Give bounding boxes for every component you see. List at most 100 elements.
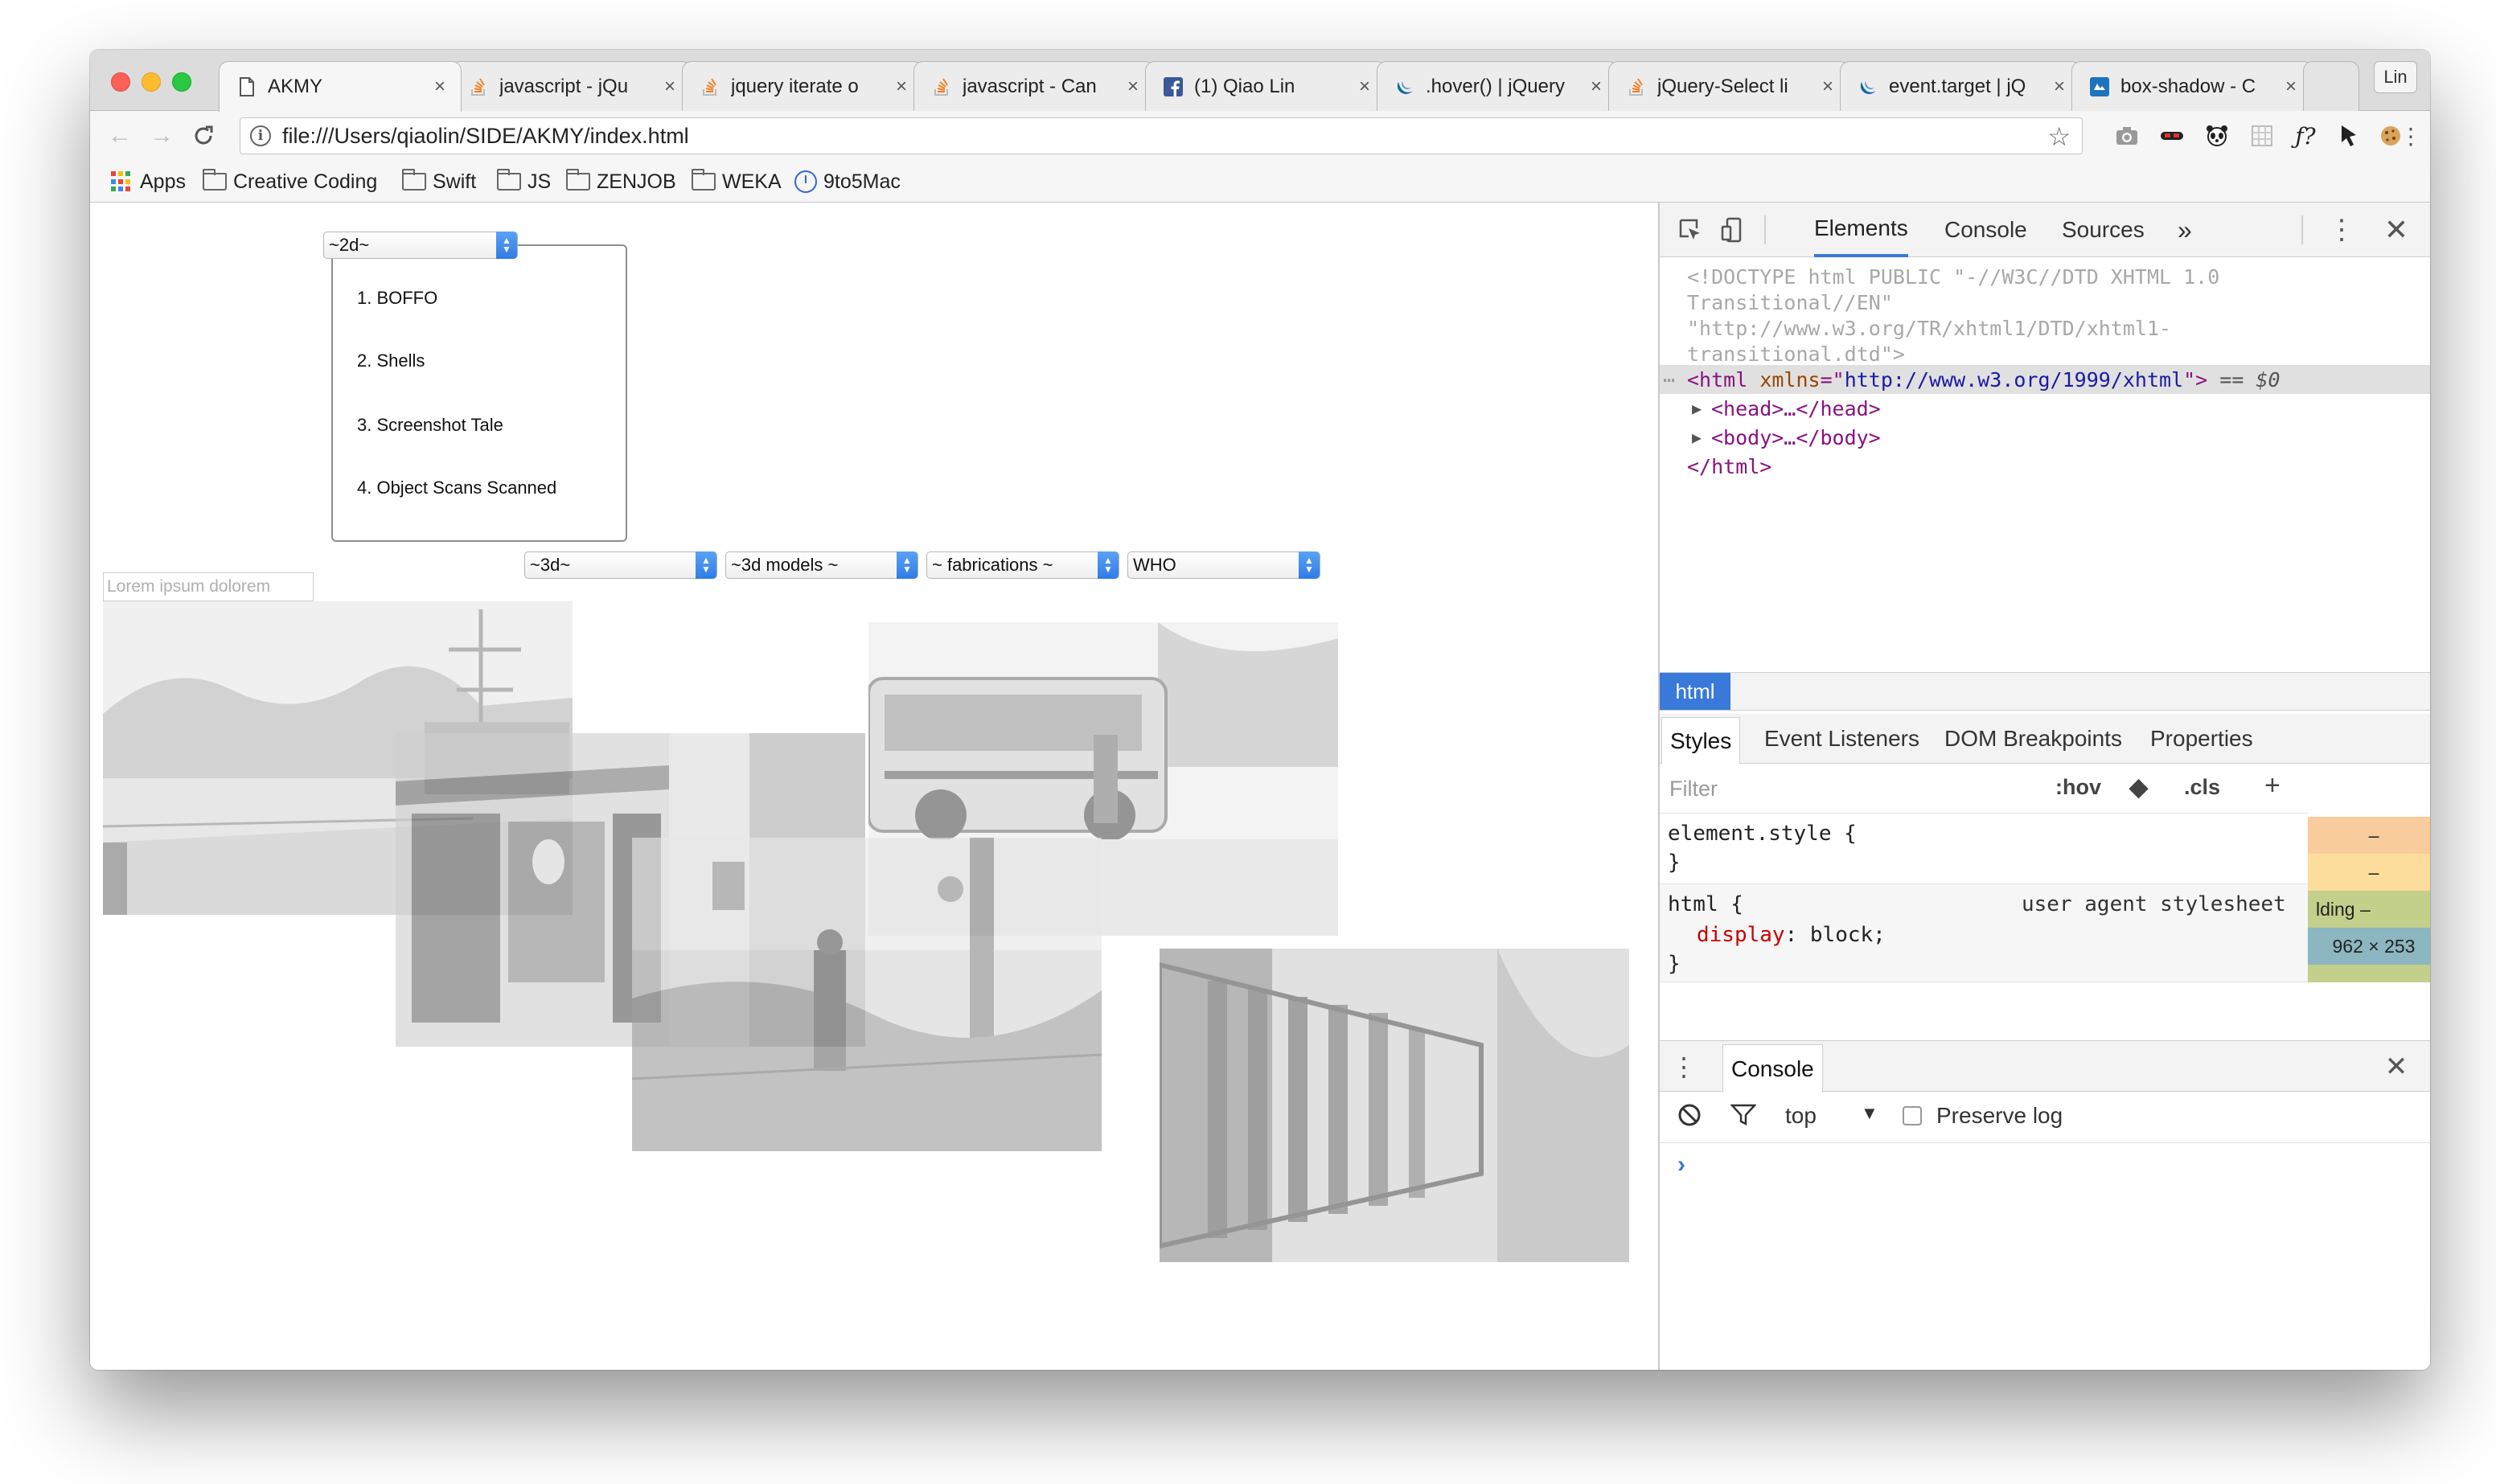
inspect-element-icon[interactable] — [1674, 214, 1706, 246]
preserve-log-toggle[interactable]: Preserve log — [1903, 1103, 2063, 1129]
expand-triangle-icon[interactable]: ▶ — [1692, 423, 1702, 453]
incognito-mask-icon[interactable] — [2157, 121, 2187, 151]
select-fabrications[interactable]: ~ fabrications ~ ▲ ▼ — [926, 551, 1119, 579]
project-list[interactable]: 1. BOFFO 2. Shells 3. Screenshot Tale 4.… — [331, 244, 627, 542]
folder-icon — [566, 169, 590, 191]
tab-close-icon[interactable]: × — [1587, 76, 1606, 98]
device-toolbar-icon[interactable] — [1716, 214, 1748, 246]
browser-toolbar: ← → i ☆ ƒ? ⋮ — [90, 111, 2430, 161]
panda-icon[interactable] — [2202, 121, 2232, 151]
element-style-rule[interactable]: element.style { } — [1660, 814, 2308, 884]
cursor-pin-icon[interactable] — [2334, 121, 2364, 151]
breadcrumb-html[interactable]: html — [1660, 673, 1730, 710]
font-finder-icon[interactable]: ƒ? — [2290, 121, 2321, 151]
list-item[interactable]: 4. Object Scans Scanned — [357, 478, 556, 498]
camera-icon[interactable] — [2112, 121, 2142, 151]
new-tab-button[interactable] — [2303, 61, 2359, 111]
clear-console-icon[interactable] — [1677, 1103, 1702, 1127]
drawer-menu-icon[interactable]: ⋮ — [1668, 1051, 1700, 1083]
box-content[interactable]: 962 × 253 — [2308, 928, 2430, 965]
tab-jquery-iterate[interactable]: jquery iterate o × — [682, 61, 923, 111]
address-bar[interactable]: i ☆ — [240, 117, 2083, 154]
color-format-icon[interactable]: ◆ — [2129, 773, 2148, 801]
tab-event-listeners[interactable]: Event Listeners — [1764, 714, 1919, 764]
tab-event-target[interactable]: event.target | jQ × — [1840, 61, 2081, 111]
select-3d[interactable]: ~3d~ ▲ ▼ — [524, 551, 717, 579]
close-drawer-icon[interactable]: ✕ — [2380, 1051, 2412, 1083]
tab-hover-jquery[interactable]: .hover() | jQuery × — [1377, 61, 1618, 111]
star-icon[interactable]: ☆ — [2047, 121, 2071, 152]
tab-close-icon[interactable]: × — [2281, 76, 2301, 98]
back-button[interactable]: ← — [105, 121, 135, 151]
tab-close-icon[interactable]: × — [1355, 76, 1374, 98]
box-margin[interactable]: – — [2308, 817, 2430, 854]
tab-elements[interactable]: Elements — [1814, 203, 1908, 257]
close-devtools-icon[interactable]: ✕ — [2380, 213, 2412, 246]
drawer-tab-console[interactable]: Console — [1722, 1044, 1823, 1093]
folder-icon — [203, 169, 227, 191]
tab-close-icon[interactable]: × — [1123, 76, 1143, 98]
select-who[interactable]: WHO ▲ ▼ — [1127, 551, 1320, 579]
devtools-menu-icon[interactable]: ⋮ — [2326, 214, 2358, 246]
context-dropdown-icon[interactable]: ▼ — [1861, 1103, 1878, 1124]
html-end-node[interactable]: </html> — [1687, 452, 1771, 482]
tab-close-icon[interactable]: × — [2050, 76, 2069, 98]
info-icon[interactable]: i — [250, 125, 271, 146]
menu-dots-icon[interactable]: ⋮ — [2400, 121, 2422, 151]
window-close-button[interactable] — [111, 72, 130, 92]
bookmark-swift[interactable]: Swift — [402, 169, 476, 195]
window-maximize-button[interactable] — [172, 72, 191, 92]
photo-street[interactable] — [632, 838, 1102, 1151]
select-2d[interactable]: ~2d~ ▲ ▼ — [323, 232, 518, 259]
tab-close-icon[interactable]: × — [892, 76, 911, 98]
console-prompt-icon[interactable]: › — [1677, 1151, 1685, 1179]
more-tabs-icon[interactable]: » — [2178, 203, 2192, 257]
tab-javascript-can[interactable]: javascript - Can × — [913, 61, 1155, 111]
list-item[interactable]: 2. Shells — [357, 351, 425, 371]
profile-button[interactable]: Lin — [2374, 61, 2417, 93]
photo-lanterns[interactable] — [1160, 949, 1629, 1262]
list-item[interactable]: 1. BOFFO — [357, 288, 437, 309]
url-input[interactable] — [282, 123, 2011, 149]
tab-facebook[interactable]: (1) Qiao Lin × — [1145, 61, 1386, 111]
tab-box-shadow[interactable]: box-shadow - C × — [2071, 61, 2313, 111]
hov-toggle[interactable]: :hov — [2055, 775, 2101, 800]
context-selector[interactable]: top — [1785, 1103, 1817, 1129]
tab-close-icon[interactable]: × — [660, 76, 679, 98]
tab-properties[interactable]: Properties — [2150, 714, 2253, 764]
reload-button[interactable] — [188, 121, 219, 151]
html-rule[interactable]: html { user agent stylesheet display: bl… — [1660, 884, 2308, 982]
preserve-log-checkbox[interactable] — [1903, 1106, 1922, 1125]
select-3d-models[interactable]: ~3d models ~ ▲ ▼ — [725, 551, 918, 579]
grid-extension-icon[interactable] — [2247, 121, 2277, 151]
box-border[interactable]: – — [2308, 854, 2430, 891]
bookmark-apps[interactable]: Apps — [111, 169, 186, 195]
window-minimize-button[interactable] — [142, 72, 161, 92]
body-node[interactable]: <body>…</body> — [1711, 423, 1881, 453]
tab-dom-breakpoints[interactable]: DOM Breakpoints — [1944, 714, 2122, 764]
bookmark-creative-coding[interactable]: Creative Coding — [203, 169, 377, 195]
tab-sources[interactable]: Sources — [2062, 203, 2145, 257]
html-node[interactable]: <html xmlns="http://www.w3.org/1999/xhtm… — [1687, 365, 2280, 395]
new-rule-icon[interactable]: + — [2264, 770, 2280, 801]
tab-console[interactable]: Console — [1944, 203, 2027, 257]
bookmark-weka[interactable]: WEKA — [692, 169, 782, 195]
list-item[interactable]: 3. Screenshot Tale — [357, 415, 503, 436]
box-padding[interactable]: lding – — [2308, 891, 2430, 928]
head-node[interactable]: <head>…</head> — [1711, 394, 1881, 424]
bookmark-js[interactable]: JS — [497, 169, 551, 195]
expand-triangle-icon[interactable]: ▶ — [1692, 394, 1702, 424]
search-input[interactable]: Lorem ipsum dolorem — [103, 572, 314, 601]
tab-jquery-select[interactable]: jQuery-Select li × — [1608, 61, 1849, 111]
bookmark-zenjob[interactable]: ZENJOB — [566, 169, 676, 195]
bookmark-9to5mac[interactable]: 9to5Mac — [794, 169, 901, 195]
tab-close-icon[interactable]: × — [1818, 76, 1837, 98]
tab-styles[interactable]: Styles — [1661, 717, 1741, 764]
tab-close-icon[interactable]: × — [430, 76, 450, 98]
forward-button[interactable]: → — [146, 121, 177, 151]
filter-icon[interactable] — [1730, 1103, 1756, 1127]
cls-toggle[interactable]: .cls — [2184, 775, 2220, 800]
styles-filter-input[interactable]: Filter — [1669, 777, 1718, 801]
tab-akmy[interactable]: AKMY × — [219, 61, 462, 112]
tab-javascript-jquery[interactable]: javascript - jQu × — [450, 61, 692, 111]
